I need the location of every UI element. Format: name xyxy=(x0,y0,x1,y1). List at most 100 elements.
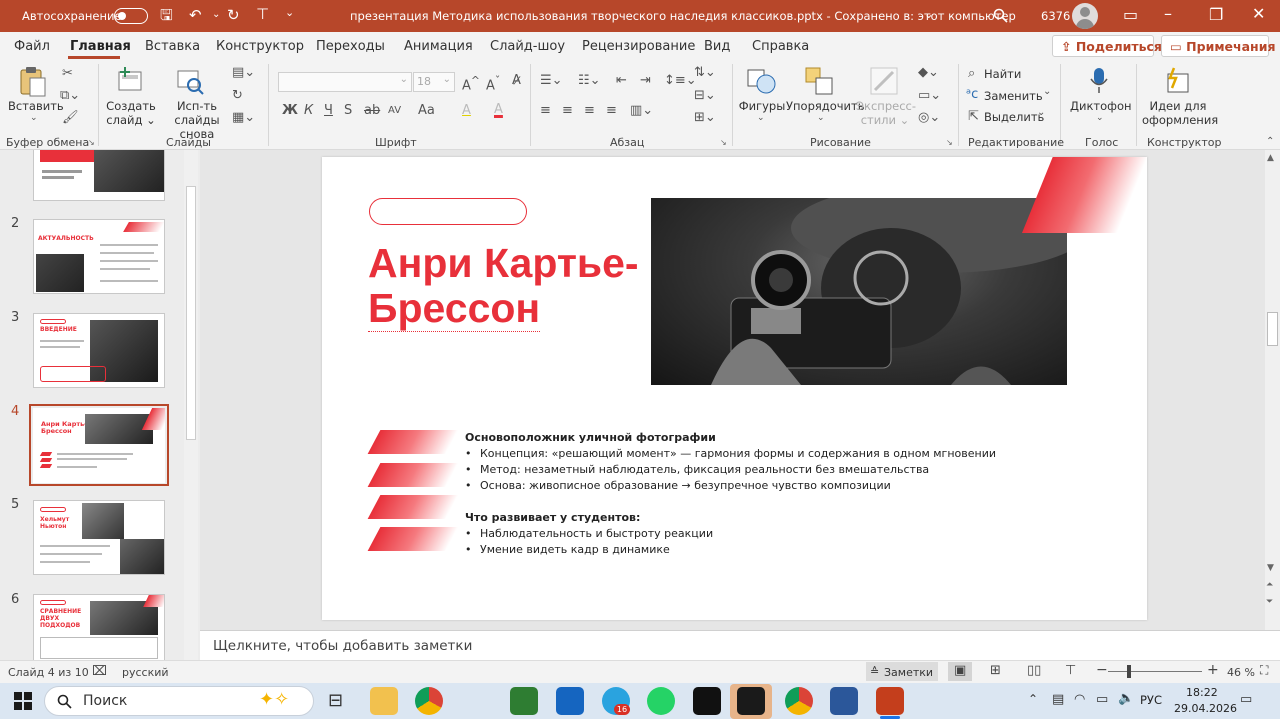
format-painter-icon[interactable]: 🖌 xyxy=(62,111,79,125)
shape-fill-icon[interactable]: ◆⌄ xyxy=(918,66,939,80)
thumbnail-slide-6[interactable]: СРАВНЕНИЕ ДВУХ ПОДХОДОВ xyxy=(33,594,165,660)
reading-view-icon[interactable]: ▯▯ xyxy=(1027,663,1041,678)
present-icon[interactable]: ⊤ xyxy=(256,6,269,22)
thumbnail-slide-3[interactable]: ВВЕДЕНИЕ xyxy=(33,313,165,388)
font-name-combo[interactable]: ⌄ xyxy=(278,72,412,92)
shadow-icon[interactable]: S xyxy=(344,104,352,118)
select-label[interactable]: Выделить xyxy=(984,110,1044,124)
windows-start-icon[interactable] xyxy=(14,692,32,710)
align-left-icon[interactable]: ≡ xyxy=(540,104,551,118)
drawing-launcher-icon[interactable]: ↘ xyxy=(946,138,953,147)
next-slide-icon[interactable]: ⏷ xyxy=(1266,597,1273,607)
line-spacing-icon[interactable]: ↕≡⌄ xyxy=(664,74,697,88)
new-slide-label[interactable]: Создать слайд ⌄ xyxy=(105,99,157,127)
shape-effects-icon[interactable]: ◎⌄ xyxy=(918,111,940,125)
find-label[interactable]: Найти xyxy=(984,67,1021,81)
accessibility-icon[interactable]: ⌧ xyxy=(92,664,107,679)
autosave-toggle[interactable] xyxy=(114,8,148,24)
word-icon[interactable] xyxy=(830,687,858,715)
increase-indent-icon[interactable]: ⇥ xyxy=(640,74,651,88)
slideshow-icon[interactable]: ⊤ xyxy=(1065,663,1076,678)
thumbnail-slide-4[interactable]: Анри Картье- Брессон xyxy=(33,408,165,483)
chrome-icon[interactable] xyxy=(415,687,443,715)
align-text-icon[interactable]: ⊟⌄ xyxy=(694,89,716,103)
shapes-label[interactable]: Фигуры xyxy=(738,99,786,113)
scroll-down-icon[interactable]: ▼ xyxy=(1267,563,1274,573)
scroll-up-icon[interactable]: ▲ xyxy=(1267,153,1274,163)
wifi-icon[interactable]: ◠ xyxy=(1074,692,1085,707)
underline-icon[interactable]: Ч xyxy=(324,104,333,118)
fit-to-window-icon[interactable]: ⛶ xyxy=(1260,663,1268,678)
share-button[interactable]: ⇪ Поделиться xyxy=(1052,35,1162,57)
smartart-icon[interactable]: ⊞⌄ xyxy=(694,111,716,125)
undo-icon[interactable]: ↶ xyxy=(189,7,202,23)
save-icon[interactable]: 🖫 xyxy=(160,7,173,23)
thumbnail-slide-1[interactable] xyxy=(33,150,165,201)
clock-date[interactable]: 29.04.2026 xyxy=(1174,702,1237,715)
copy-icon[interactable]: ⧉⌄ xyxy=(60,89,80,103)
strikethrough-icon[interactable]: ab xyxy=(364,104,380,118)
notes-pane[interactable]: Щелкните, чтобы добавить заметки xyxy=(200,630,1280,660)
zoom-level[interactable]: 46 % xyxy=(1227,666,1255,679)
undo-dropdown-icon[interactable]: ⌄ xyxy=(212,7,220,23)
bullets-icon[interactable]: ☰⌄ xyxy=(540,74,563,88)
change-case-icon[interactable]: Aa xyxy=(418,104,435,118)
slide-body-text[interactable]: Основоположник уличной фотографии • Конце… xyxy=(465,431,996,559)
thumbnail-slide-2[interactable]: АКТУАЛЬНОСТЬ xyxy=(33,219,165,294)
file-explorer-icon[interactable] xyxy=(370,687,398,715)
clear-format-icon[interactable]: A̷ xyxy=(512,74,521,88)
tab-home[interactable]: Главная xyxy=(70,39,131,54)
app-icon[interactable] xyxy=(510,687,538,715)
tray-app-icon[interactable]: ▤ xyxy=(1052,692,1064,707)
tab-transitions[interactable]: Переходы xyxy=(316,39,385,54)
arrange-label[interactable]: Упорядочить xyxy=(786,99,865,113)
replace-label[interactable]: Заменить xyxy=(984,89,1043,103)
reset-icon[interactable]: ↻ xyxy=(232,89,243,103)
dictate-label[interactable]: Диктофон xyxy=(1070,99,1132,113)
new-slide-icon[interactable] xyxy=(115,66,145,96)
text-direction-icon[interactable]: ⇅⌄ xyxy=(694,66,716,80)
title-chevron-icon[interactable]: ⌄ xyxy=(924,7,934,21)
tab-slideshow[interactable]: Слайд-шоу xyxy=(490,39,565,54)
slide-sorter-icon[interactable]: ⊞ xyxy=(990,663,1001,678)
columns-icon[interactable]: ▥⌄ xyxy=(630,104,653,118)
quick-styles-icon[interactable] xyxy=(869,66,899,96)
minimize-icon[interactable]: – xyxy=(1164,6,1172,22)
comments-button[interactable]: ▭ Примечания xyxy=(1161,35,1275,57)
taskbar-search[interactable]: Поиск ✦✧ xyxy=(44,686,314,716)
paste-label[interactable]: Вставить xyxy=(8,99,64,113)
app-icon[interactable] xyxy=(693,687,721,715)
bold-icon[interactable]: Ж xyxy=(282,104,298,118)
select-icon[interactable]: ⇱ xyxy=(968,110,979,124)
tab-help[interactable]: Справка xyxy=(752,39,809,54)
customize-qat-icon[interactable]: ⌄ xyxy=(285,5,294,21)
thumbnail-slide-5[interactable]: Хельмут Ньютон xyxy=(33,500,165,575)
align-center-icon[interactable]: ≡ xyxy=(562,104,573,118)
quick-styles-label[interactable]: Экспресс- стили ⌄ xyxy=(856,99,916,127)
zoom-in-icon[interactable]: + xyxy=(1207,662,1219,678)
ribbon-display-icon[interactable]: ▭ xyxy=(1123,7,1138,23)
tab-review[interactable]: Рецензирование xyxy=(582,39,695,54)
whatsapp-icon[interactable] xyxy=(647,687,675,715)
paste-dropdown-icon[interactable]: ⌄ xyxy=(30,113,38,123)
chevron-down-icon[interactable]: ⌄ xyxy=(1043,86,1051,97)
thumbnails-scroll-thumb[interactable] xyxy=(186,186,196,440)
reuse-slides-icon[interactable] xyxy=(176,67,206,97)
close-icon[interactable]: ✕ xyxy=(1252,6,1265,22)
search-icon[interactable] xyxy=(993,8,1009,24)
cut-icon[interactable]: ✂ xyxy=(62,67,73,81)
designer-icon[interactable] xyxy=(1162,66,1192,96)
layout-icon[interactable]: ▤⌄ xyxy=(232,66,255,80)
reuse-slides-label[interactable]: Исп-ть слайды снова xyxy=(166,99,228,141)
clipboard-launcher-icon[interactable]: ↘ xyxy=(88,138,95,147)
canvas-scrollbar[interactable] xyxy=(1265,150,1280,630)
sublime-icon[interactable] xyxy=(737,687,765,715)
paste-icon[interactable] xyxy=(18,66,48,98)
zoom-slider[interactable] xyxy=(1108,671,1202,672)
collapse-ribbon-icon[interactable]: ⌃ xyxy=(1266,136,1274,147)
font-size-combo[interactable]: 18 ⌄ xyxy=(413,72,455,92)
microphone-icon[interactable] xyxy=(1088,66,1110,96)
clock-time[interactable]: 18:22 xyxy=(1186,686,1218,699)
highlight-icon[interactable]: A xyxy=(462,104,471,118)
align-right-icon[interactable]: ≡ xyxy=(584,104,595,118)
